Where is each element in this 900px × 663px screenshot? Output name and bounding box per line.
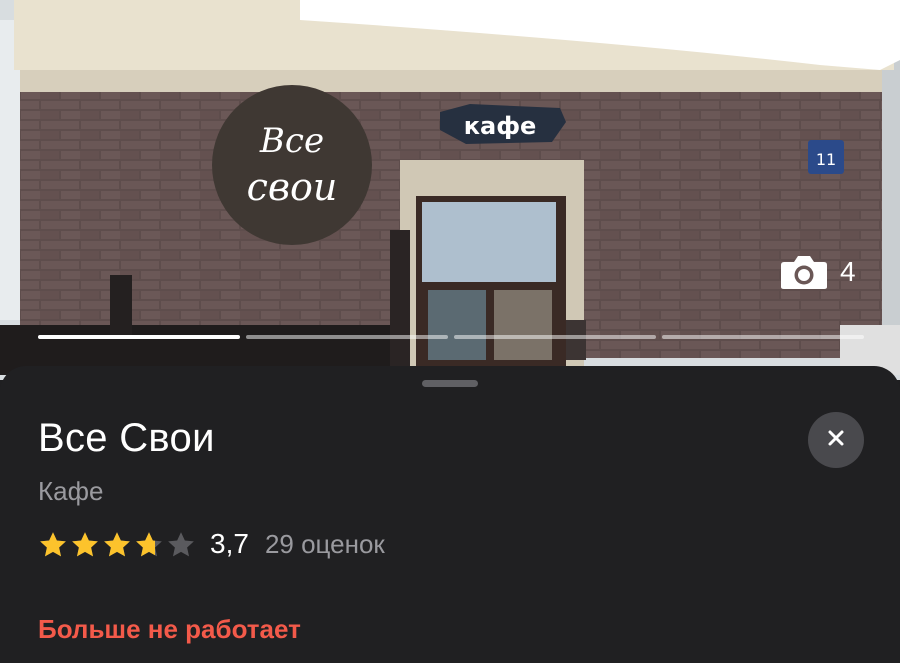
place-card: Все Свои Кафе 3,7 29 оценок Больше не ра… [0, 366, 900, 663]
cafe-sign-text: кафе [464, 112, 537, 140]
star-icon [40, 532, 66, 557]
progress-segment-4 [662, 335, 864, 339]
star-icon [136, 532, 162, 557]
house-number: 11 [816, 150, 836, 169]
reviews-count: 29 оценок [264, 528, 385, 559]
photo-count: 4 [840, 256, 856, 287]
place-photo[interactable]: Все свои кафе 11 4 [0, 0, 900, 380]
photo-image: Все свои кафе 11 [0, 0, 900, 380]
progress-segment-2 [246, 335, 448, 339]
drag-handle[interactable] [422, 380, 478, 387]
rating-value: 3,7 [210, 528, 249, 559]
logo-text-bottom: свои [247, 165, 338, 209]
progress-segment-1 [38, 335, 240, 339]
rating-stars [38, 530, 196, 558]
status-closed: Больше не работает [38, 614, 301, 644]
camera-icon [780, 254, 828, 290]
place-name: Все Свои [38, 416, 215, 460]
rating-row[interactable]: 3,7 29 оценок [38, 528, 385, 560]
star-icon [168, 532, 194, 557]
close-icon [827, 429, 845, 452]
photo-progress [38, 335, 864, 340]
star-icon [72, 532, 98, 557]
star-icon [104, 532, 130, 557]
progress-segment-3 [454, 335, 656, 339]
place-category: Кафе [38, 476, 104, 506]
logo-text-top: Все [259, 121, 324, 161]
close-button[interactable] [808, 412, 864, 468]
photo-counter[interactable]: 4 [780, 254, 856, 290]
